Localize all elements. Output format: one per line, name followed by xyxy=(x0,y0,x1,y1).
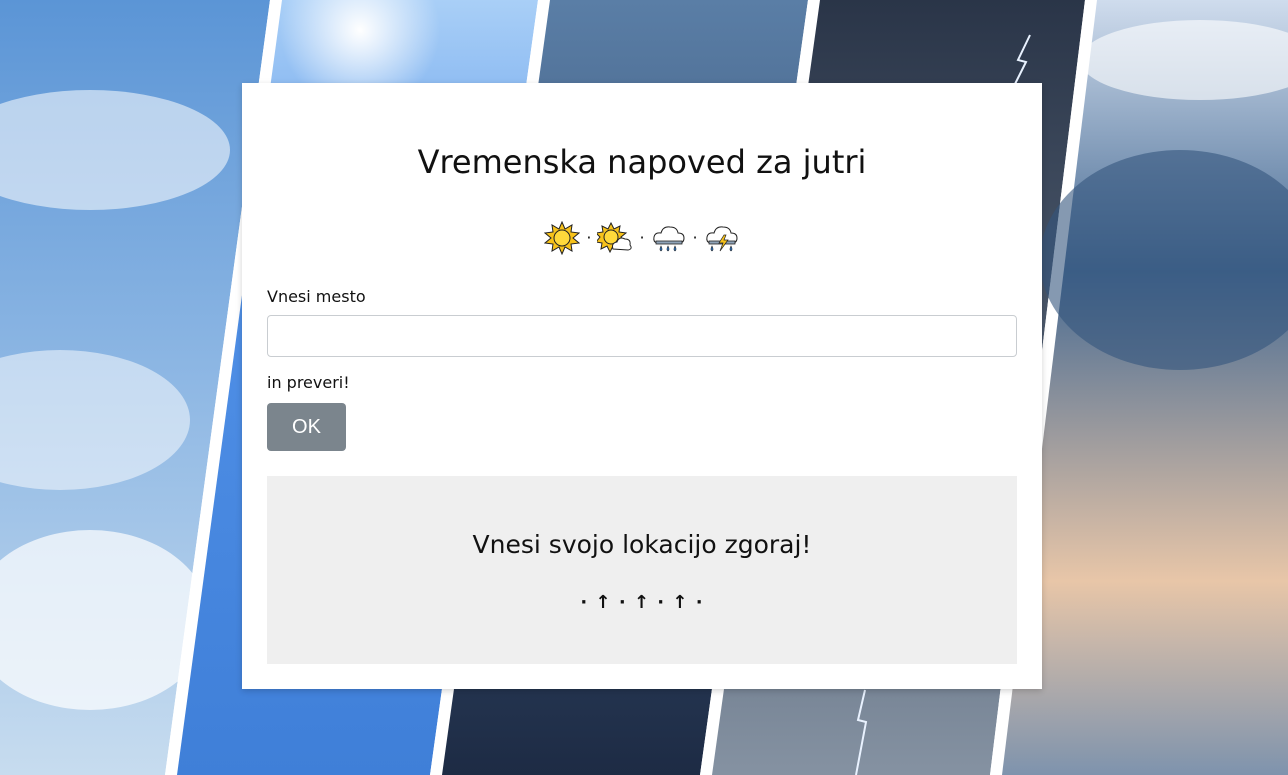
sun-behind-cloud-icon xyxy=(597,221,633,254)
icon-separator: · xyxy=(586,228,592,247)
result-message: Vnesi svojo lokacijo zgoraj! xyxy=(472,530,812,559)
icon-separator: · xyxy=(692,228,698,247)
thunderstorm-icon xyxy=(705,226,738,252)
city-input[interactable] xyxy=(267,315,1017,357)
page-title: Vremenska napoved za jutri xyxy=(417,143,867,181)
city-label: Vnesi mesto xyxy=(267,287,366,306)
forecast-card: Vremenska napoved za jutri · · · Vnesi m… xyxy=(242,83,1042,689)
result-panel: Vnesi svojo lokacijo zgoraj! · ↑ · ↑ · ↑… xyxy=(267,476,1017,664)
weather-icons-row: · · · xyxy=(242,221,1042,255)
icon-separator: · xyxy=(639,228,645,247)
rain-cloud-icon xyxy=(652,226,685,252)
check-label: in preveri! xyxy=(267,373,350,392)
up-arrows: · ↑ · ↑ · ↑ · xyxy=(580,592,704,613)
sun-icon xyxy=(544,221,581,255)
ok-button[interactable]: OK xyxy=(267,403,346,451)
